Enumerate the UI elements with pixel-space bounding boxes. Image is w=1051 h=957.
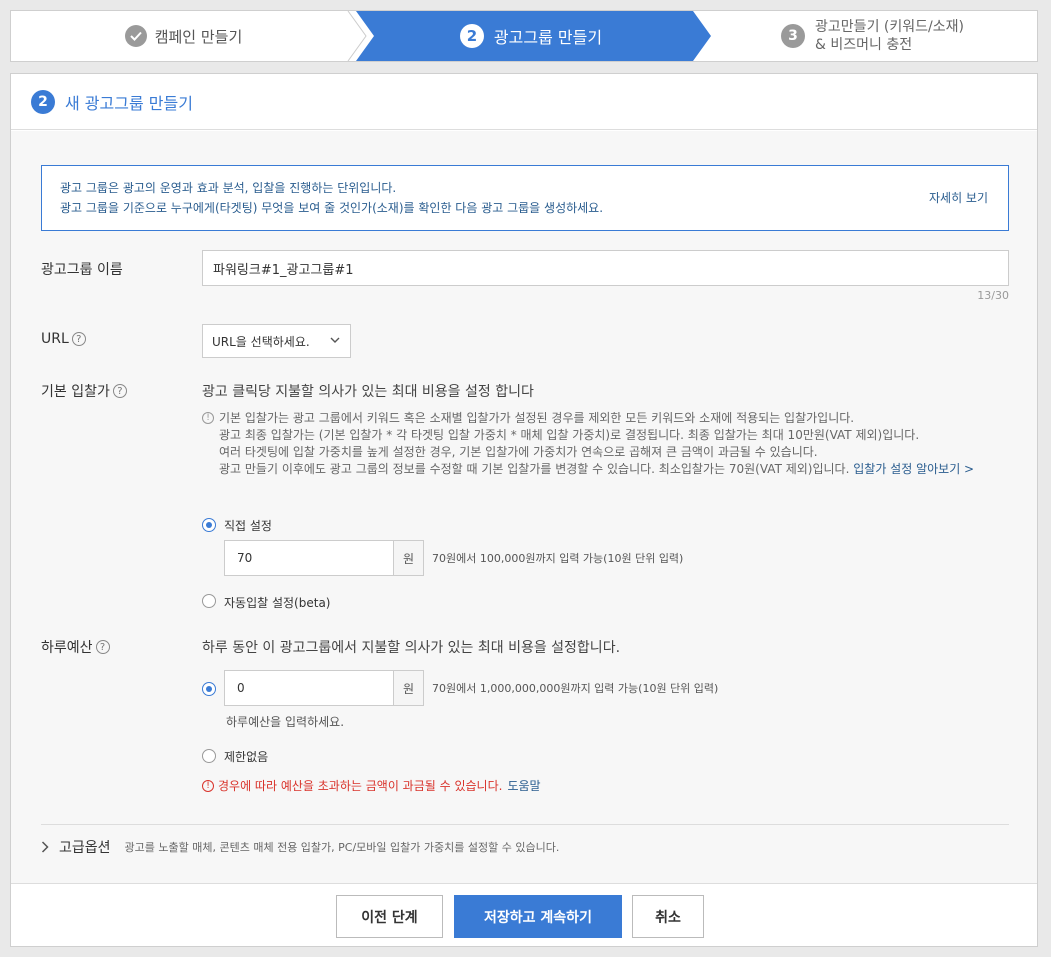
- budget-hint: 70원에서 1,000,000,000원까지 입력 가능(10원 단위 입력): [432, 682, 719, 695]
- help-icon[interactable]: ?: [95, 640, 110, 654]
- panel-header: 2 새 광고그룹 만들기: [11, 74, 1037, 130]
- note-line: 광고 최종 입찰가는 (기본 입찰가 * 각 타겟팅 입찰 가중치 * 매체 입…: [219, 428, 920, 442]
- budget-label: 하루예산 ?: [41, 637, 110, 657]
- cancel-button[interactable]: 취소: [632, 895, 704, 938]
- step-ad-label-line2: & 비즈머니 충전: [815, 37, 913, 53]
- step-adgroup-label: 광고그룹 만들기: [493, 28, 603, 47]
- url-select-value: URL을 선택하세요.: [212, 334, 310, 349]
- help-icon[interactable]: ?: [112, 384, 127, 398]
- page-title: 새 광고그룹 만들기: [65, 93, 193, 113]
- step-number-badge: 3: [781, 24, 806, 48]
- step-ad-label-line1: 광고만들기 (키워드/소재): [815, 19, 964, 35]
- budget-subhint: 하루예산을 입력하세요.: [226, 715, 345, 729]
- step-number-badge: 2: [31, 89, 55, 114]
- budget-description: 하루 동안 이 광고그룹에서 지불할 의사가 있는 최대 비용을 설정합니다.: [202, 640, 621, 656]
- prev-step-button[interactable]: 이전 단계: [336, 895, 443, 938]
- budget-limit-radio[interactable]: [202, 682, 216, 696]
- step-number-badge: 2: [459, 24, 484, 48]
- url-label: URL ?: [41, 331, 86, 347]
- note-line: 여러 타겟팅에 입찰 가중치를 높게 설정한 경우, 기본 입찰가에 가중치가 …: [219, 445, 818, 459]
- bid-description: 광고 클릭당 지불할 의사가 있는 최대 비용을 설정 합니다: [202, 384, 534, 400]
- currency-unit: 원: [393, 541, 423, 575]
- step-adgroup[interactable]: 2 광고그룹 만들기: [356, 11, 711, 61]
- budget-amount-value: 0: [237, 681, 245, 695]
- currency-unit: 원: [393, 671, 423, 705]
- adgroup-name-input[interactable]: [202, 250, 1009, 286]
- stepper: 캠페인 만들기 2 광고그룹 만들기 3 광고만들기 (키워드/소재) & 비즈…: [10, 10, 1038, 62]
- adgroup-name-label: 광고그룹 이름: [41, 259, 123, 279]
- bid-auto-label: 자동입찰 설정(beta): [224, 596, 331, 610]
- budget-unlimited-label: 제한없음: [224, 750, 269, 764]
- info-line: 광고 그룹을 기준으로 누구에게(타겟팅) 무엇을 보여 줄 것인가(소재)를 …: [60, 201, 604, 215]
- label-text: 광고그룹 이름: [41, 262, 123, 278]
- budget-amount-input[interactable]: 0 원: [224, 670, 424, 706]
- bid-auto-radio[interactable]: [202, 594, 216, 608]
- bid-manual-label: 직접 설정: [224, 519, 272, 533]
- bid-hint: 70원에서 100,000원까지 입력 가능(10원 단위 입력): [432, 552, 684, 565]
- bid-guide-link[interactable]: 입찰가 설정 알아보기 >: [853, 462, 974, 476]
- bid-note: ! 기본 입찰가는 광고 그룹에서 키워드 혹은 소재별 입찰가가 설정된 경우…: [202, 410, 1014, 478]
- check-icon: [124, 25, 147, 47]
- help-icon[interactable]: ?: [71, 332, 86, 346]
- char-counter: 13/30: [977, 289, 1009, 302]
- warning-text: 경우에 따라 예산을 초과하는 금액이 과금될 수 있습니다.: [218, 779, 503, 793]
- advanced-options-desc: 광고를 노출할 매체, 콘텐츠 매체 전용 입찰가, PC/모바일 입찰가 가중…: [124, 841, 560, 854]
- footer: 이전 단계 저장하고 계속하기 취소: [11, 883, 1037, 946]
- advanced-options-title: 고급옵션: [59, 840, 111, 856]
- bid-manual-radio[interactable]: [202, 518, 216, 532]
- help-link[interactable]: 도움말: [507, 777, 540, 794]
- budget-warning: ! 경우에 따라 예산을 초과하는 금액이 과금될 수 있습니다. 도움말: [202, 777, 541, 794]
- note-line: 기본 입찰가는 광고 그룹에서 키워드 혹은 소재별 입찰가가 설정된 경우를 …: [219, 411, 855, 425]
- budget-unlimited-radio[interactable]: [202, 749, 216, 763]
- info-line: 광고 그룹은 광고의 운영과 효과 분석, 입찰을 진행하는 단위입니다.: [60, 181, 397, 195]
- note-line: 광고 만들기 이후에도 광고 그룹의 정보를 수정할 때 기본 입찰가를 변경할…: [219, 462, 850, 476]
- adgroup-panel: 2 새 광고그룹 만들기 광고 그룹은 광고의 운영과 효과 분석, 입찰을 진…: [10, 73, 1038, 947]
- advanced-options-toggle[interactable]: 고급옵션 광고를 노출할 매체, 콘텐츠 매체 전용 입찰가, PC/모바일 입…: [41, 837, 559, 857]
- divider: [41, 824, 1009, 825]
- more-link[interactable]: 자세히 보기: [929, 188, 988, 208]
- chevron-right-icon: [41, 841, 49, 853]
- save-continue-button[interactable]: 저장하고 계속하기: [454, 895, 622, 938]
- warning-icon: !: [202, 779, 214, 792]
- label-text: 하루예산: [41, 640, 93, 656]
- step-ad[interactable]: 3 광고만들기 (키워드/소재) & 비즈머니 충전: [706, 11, 1037, 61]
- step-campaign-label: 캠페인 만들기: [154, 27, 243, 46]
- form-body: 광고 그룹은 광고의 운영과 효과 분석, 입찰을 진행하는 단위입니다. 광고…: [11, 131, 1037, 883]
- info-box: 광고 그룹은 광고의 운영과 효과 분석, 입찰을 진행하는 단위입니다. 광고…: [41, 165, 1009, 231]
- url-select[interactable]: URL을 선택하세요.: [202, 324, 351, 358]
- chevron-down-icon: [330, 337, 340, 343]
- step-campaign[interactable]: 캠페인 만들기: [11, 11, 356, 61]
- bid-amount-value: 70: [237, 551, 253, 565]
- label-text: URL: [41, 331, 69, 347]
- label-text: 기본 입찰가: [41, 384, 110, 400]
- bid-amount-input[interactable]: 70 원: [224, 540, 424, 576]
- info-icon: !: [202, 412, 214, 424]
- bid-label: 기본 입찰가 ?: [41, 381, 127, 401]
